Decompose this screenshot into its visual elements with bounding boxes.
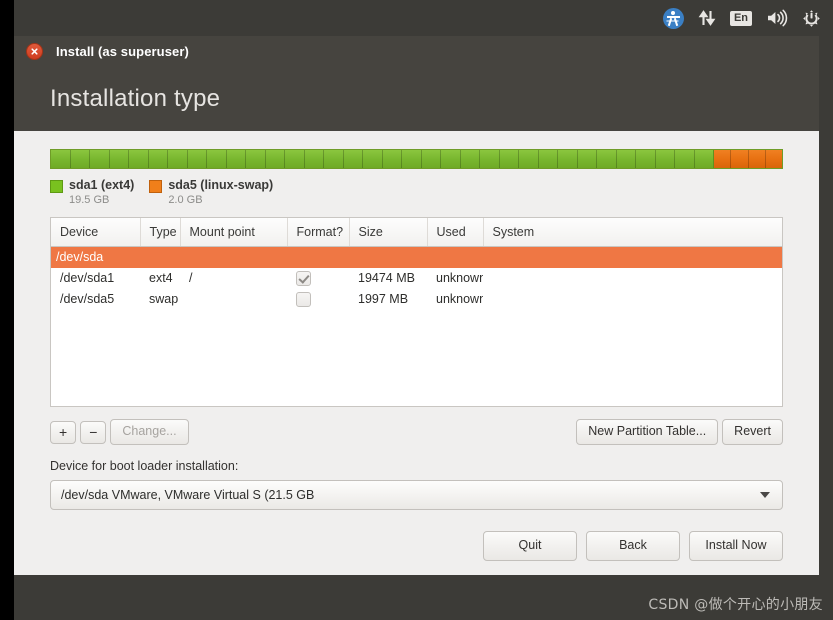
new-partition-table-button[interactable]: New Partition Table...: [576, 419, 719, 445]
partition-legend: sda1 (ext4) 19.5 GB sda5 (linux-swap) 2.…: [50, 178, 783, 207]
revert-button[interactable]: Revert: [722, 419, 783, 445]
remove-partition-button[interactable]: −: [80, 420, 107, 444]
cell-type: swap: [149, 292, 179, 307]
close-icon[interactable]: [26, 42, 43, 60]
cell-size: [349, 246, 427, 268]
network-icon[interactable]: [698, 6, 716, 30]
keyboard-layout-label: En: [729, 10, 752, 26]
boot-loader-device-select[interactable]: /dev/sda VMware, VMware Virtual S (21.5 …: [50, 480, 783, 510]
desktop-background: En Install (as superuser) Installation t…: [0, 0, 833, 620]
cell-mount-point: [180, 246, 287, 268]
cell-device: /dev/sda1: [60, 271, 115, 286]
legend-item-sda1: sda1 (ext4) 19.5 GB: [50, 178, 134, 207]
partition-usage-bar: [50, 149, 783, 169]
legend-swatch-icon: [149, 180, 163, 193]
volume-icon[interactable]: [766, 6, 788, 30]
column-header-mount-point[interactable]: Mount point: [180, 218, 288, 247]
window-title: Install (as superuser): [56, 43, 189, 59]
cell-system: [483, 268, 782, 289]
install-now-button[interactable]: Install Now: [689, 531, 783, 561]
column-header-size[interactable]: Size: [349, 218, 428, 247]
installer-window: Install (as superuser) Installation type: [14, 36, 819, 575]
partition-segment-sda1[interactable]: [51, 150, 715, 168]
cell-system: [483, 289, 782, 310]
column-header-used[interactable]: Used: [427, 218, 484, 247]
power-icon[interactable]: [802, 6, 821, 30]
table-header-row: Device Type Mount point Format? Size Use…: [51, 218, 782, 247]
cell-device: /dev/sda: [51, 246, 140, 268]
boot-loader-selected-value: /dev/sda VMware, VMware Virtual S (21.5 …: [61, 488, 315, 502]
table-row[interactable]: /dev/sda1 ext4 / 19474 MB unknown: [51, 268, 782, 289]
partition-segment-sda5[interactable]: [714, 150, 782, 168]
column-header-system[interactable]: System: [483, 218, 782, 247]
boot-loader-label: Device for boot loader installation:: [50, 459, 239, 473]
cell-type: [140, 246, 180, 268]
cell-device: /dev/sda5: [60, 292, 115, 307]
table-row[interactable]: /dev/sda5 swap 1997 MB unknown: [51, 289, 782, 310]
format-checkbox[interactable]: [296, 270, 311, 286]
table-row[interactable]: /dev/sda: [51, 246, 782, 268]
cell-type: ext4: [149, 271, 173, 286]
add-partition-button[interactable]: +: [50, 420, 77, 444]
action-buttons: Quit Back Install Now: [50, 531, 783, 561]
partition-toolbar: + − Change... New Partition Table... Rev…: [50, 419, 783, 445]
legend-size: 19.5 GB: [69, 194, 110, 206]
page-header: Installation type: [14, 66, 819, 131]
legend-swatch-icon: [50, 180, 63, 193]
cell-format: [287, 268, 349, 289]
cell-format: [287, 289, 349, 310]
cell-mount-point: [180, 289, 287, 310]
watermark: CSDN @做个开心的小朋友: [648, 597, 823, 613]
column-header-format[interactable]: Format?: [287, 218, 350, 247]
legend-label: sda1 (ext4): [69, 178, 135, 192]
column-header-device[interactable]: Device: [51, 218, 141, 247]
partition-table[interactable]: Device Type Mount point Format? Size Use…: [50, 217, 783, 407]
window-titlebar: Install (as superuser): [14, 36, 819, 66]
change-partition-button[interactable]: Change...: [110, 419, 189, 445]
back-button[interactable]: Back: [586, 531, 680, 561]
keyboard-layout-indicator[interactable]: En: [729, 6, 752, 30]
cell-used: unknown: [436, 271, 483, 286]
legend-size: 2.0 GB: [168, 194, 203, 206]
legend-label: sda5 (linux-swap): [168, 178, 274, 192]
cell-mount-point: /: [189, 271, 193, 286]
cell-used: [427, 246, 483, 268]
legend-item-sda5: sda5 (linux-swap) 2.0 GB: [149, 178, 273, 207]
cell-system: [483, 246, 782, 268]
page-title: Installation type: [50, 84, 221, 112]
chevron-down-icon: [760, 492, 770, 498]
accessibility-icon[interactable]: [662, 6, 684, 30]
system-tray-bar: En: [14, 0, 833, 36]
cell-size: 19474 MB: [358, 271, 415, 286]
column-header-type[interactable]: Type: [140, 218, 181, 247]
main-content: sda1 (ext4) 19.5 GB sda5 (linux-swap) 2.…: [14, 131, 819, 575]
quit-button[interactable]: Quit: [483, 531, 577, 561]
cell-format: [287, 246, 349, 268]
cell-size: 1997 MB: [358, 292, 409, 307]
format-checkbox[interactable]: [296, 291, 311, 307]
cell-used: unknown: [436, 292, 483, 307]
